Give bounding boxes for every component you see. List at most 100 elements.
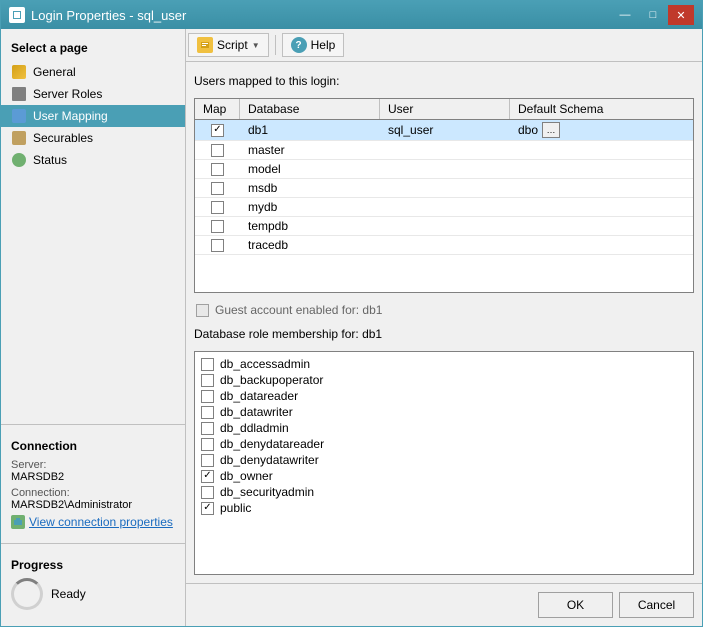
general-icon: [11, 64, 27, 80]
sidebar-item-general[interactable]: General: [1, 61, 185, 83]
map-cell-2[interactable]: [195, 161, 240, 178]
schema-browse-0[interactable]: …: [542, 122, 560, 138]
role-item[interactable]: public: [199, 500, 689, 516]
role-label-3: db_datawriter: [220, 405, 293, 419]
minimize-button[interactable]: —: [612, 5, 638, 25]
col-header-database: Database: [240, 99, 380, 119]
role-checkbox-0[interactable]: [201, 358, 214, 371]
toolbar-divider: [275, 35, 276, 55]
help-label: Help: [311, 38, 336, 52]
table-row[interactable]: tempdb: [195, 217, 693, 236]
role-checkbox-5[interactable]: [201, 438, 214, 451]
guest-label: Guest account enabled for: db1: [215, 303, 382, 317]
sidebar-divider-2: [1, 543, 185, 544]
schema-cell-4: [510, 205, 693, 209]
sidebar-label-status: Status: [33, 153, 67, 167]
table-row[interactable]: mydb: [195, 198, 693, 217]
connection-value: MARSDB2\Administrator: [11, 499, 175, 511]
role-checkbox-8[interactable]: [201, 486, 214, 499]
map-cell-1[interactable]: [195, 142, 240, 159]
role-item[interactable]: db_ddladmin: [199, 420, 689, 436]
schema-cell-1: [510, 148, 693, 152]
map-checkbox-6[interactable]: [211, 239, 224, 252]
progress-content: Ready: [11, 578, 175, 610]
map-cell-0[interactable]: [195, 122, 240, 139]
view-connection-link[interactable]: View connection properties: [11, 515, 175, 529]
database-cell-5: tempdb: [240, 217, 380, 235]
table-row[interactable]: db1 sql_user dbo …: [195, 120, 693, 141]
script-label: Script: [217, 38, 248, 52]
window-body: Select a page General Server Roles User …: [1, 29, 702, 626]
role-checkbox-7[interactable]: [201, 470, 214, 483]
map-checkbox-5[interactable]: [211, 220, 224, 233]
table-row[interactable]: msdb: [195, 179, 693, 198]
progress-title: Progress: [11, 558, 175, 572]
col-header-user: User: [380, 99, 510, 119]
securables-icon: [11, 130, 27, 146]
maximize-button[interactable]: □: [640, 5, 666, 25]
sidebar-label-user-mapping: User Mapping: [33, 109, 108, 123]
window-controls: — □ ✕: [612, 5, 694, 25]
map-checkbox-2[interactable]: [211, 163, 224, 176]
role-label-6: db_denydatawriter: [220, 453, 319, 467]
role-item[interactable]: db_securityadmin: [199, 484, 689, 500]
role-item[interactable]: db_backupoperator: [199, 372, 689, 388]
role-checkbox-2[interactable]: [201, 390, 214, 403]
table-row[interactable]: model: [195, 160, 693, 179]
sidebar-item-server-roles[interactable]: Server Roles: [1, 83, 185, 105]
role-label-8: db_securityadmin: [220, 485, 314, 499]
map-cell-3[interactable]: [195, 180, 240, 197]
help-button[interactable]: ? Help: [282, 33, 345, 57]
map-checkbox-4[interactable]: [211, 201, 224, 214]
sidebar-item-user-mapping[interactable]: User Mapping: [1, 105, 185, 127]
role-label-9: public: [220, 501, 251, 515]
main-content-area: Users mapped to this login: Map Database…: [186, 66, 702, 583]
ok-button[interactable]: OK: [538, 592, 613, 618]
database-cell-6: tracedb: [240, 236, 380, 254]
progress-status: Ready: [51, 587, 86, 601]
role-checkbox-9[interactable]: [201, 502, 214, 515]
role-label-2: db_datareader: [220, 389, 298, 403]
role-item[interactable]: db_datawriter: [199, 404, 689, 420]
user-cell-5: [380, 224, 510, 228]
map-checkbox-1[interactable]: [211, 144, 224, 157]
role-item[interactable]: db_denydatareader: [199, 436, 689, 452]
window-icon: [9, 7, 25, 23]
close-button[interactable]: ✕: [668, 5, 694, 25]
footer: OK Cancel: [186, 583, 702, 626]
guest-checkbox[interactable]: [196, 304, 209, 317]
map-checkbox-0[interactable]: [211, 124, 224, 137]
server-value: MARSDB2: [11, 471, 175, 483]
connection-section: Connection Server: MARSDB2 Connection: M…: [1, 431, 185, 537]
role-item[interactable]: db_owner: [199, 468, 689, 484]
title-bar-left: Login Properties - sql_user: [9, 7, 186, 23]
login-properties-window: Login Properties - sql_user — □ ✕ Select…: [0, 0, 703, 627]
map-checkbox-3[interactable]: [211, 182, 224, 195]
role-item[interactable]: db_denydatawriter: [199, 452, 689, 468]
user-cell-2: [380, 167, 510, 171]
sidebar-item-securables[interactable]: Securables: [1, 127, 185, 149]
cancel-button[interactable]: Cancel: [619, 592, 694, 618]
progress-section: Progress Ready: [1, 550, 185, 618]
sidebar-item-status[interactable]: Status: [1, 149, 185, 171]
role-item[interactable]: db_accessadmin: [199, 356, 689, 372]
role-checkbox-6[interactable]: [201, 454, 214, 467]
role-label-4: db_ddladmin: [220, 421, 289, 435]
connection-link-icon: [11, 515, 25, 529]
map-cell-6[interactable]: [195, 237, 240, 254]
help-icon: ?: [291, 37, 307, 53]
role-checkbox-4[interactable]: [201, 422, 214, 435]
map-cell-4[interactable]: [195, 199, 240, 216]
user-mapping-icon: [11, 108, 27, 124]
server-roles-icon: [11, 86, 27, 102]
role-checkbox-3[interactable]: [201, 406, 214, 419]
database-cell-3: msdb: [240, 179, 380, 197]
script-button[interactable]: Script ▼: [188, 33, 269, 57]
table-row[interactable]: master: [195, 141, 693, 160]
role-item[interactable]: db_datareader: [199, 388, 689, 404]
users-section-label: Users mapped to this login:: [194, 74, 694, 88]
col-header-schema: Default Schema: [510, 99, 693, 119]
role-checkbox-1[interactable]: [201, 374, 214, 387]
table-row[interactable]: tracedb: [195, 236, 693, 255]
map-cell-5[interactable]: [195, 218, 240, 235]
